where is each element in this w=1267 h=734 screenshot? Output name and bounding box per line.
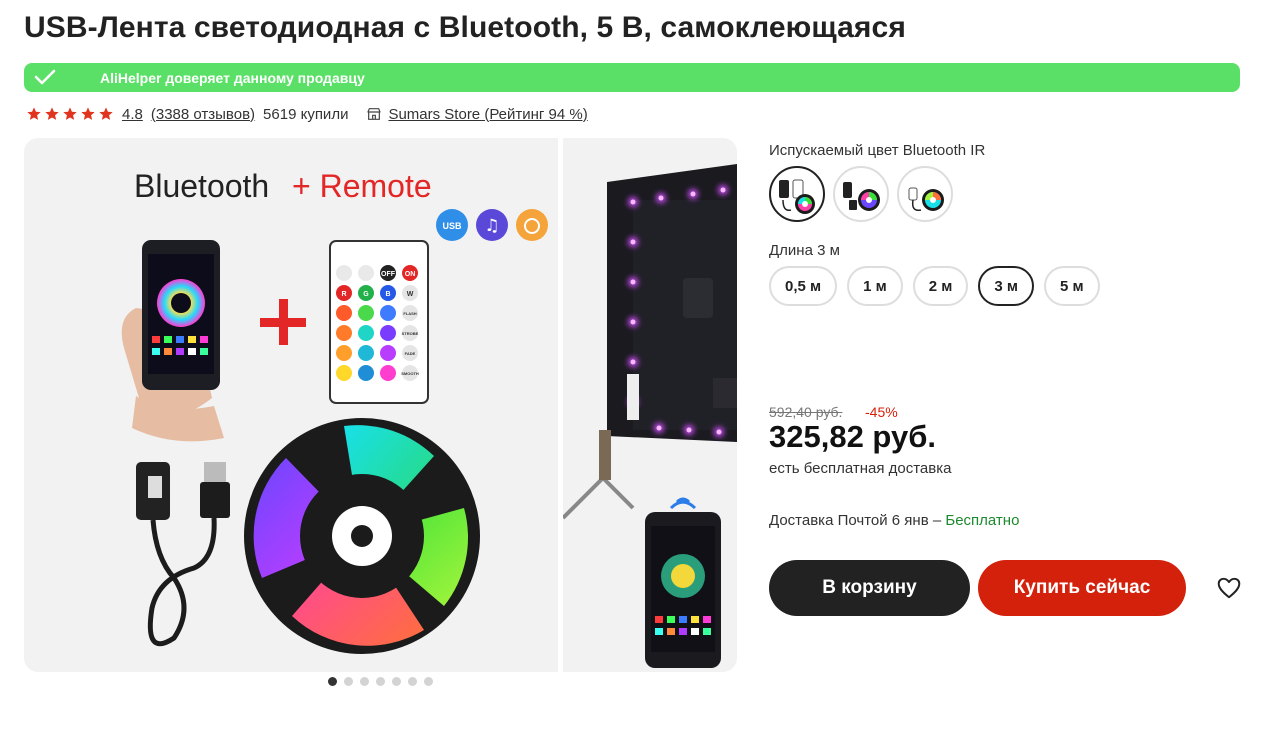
product-image-strip-kit: Bluetooth + Remote USB ♫ OFF ON R G B W …: [121, 168, 548, 654]
svg-text:W: W: [407, 291, 414, 298]
gallery-dot[interactable]: [408, 677, 417, 686]
store-icon: [367, 108, 382, 120]
svg-text:SMOOTH: SMOOTH: [401, 371, 419, 376]
old-price: 592,40 руб.: [769, 404, 843, 420]
gallery-pagination: [328, 677, 433, 686]
svg-text:♫: ♫: [484, 216, 499, 236]
svg-text:FADE: FADE: [405, 351, 416, 356]
swatch-thumbnail: [779, 179, 815, 214]
reviews-link[interactable]: (3388 отзывов): [151, 106, 255, 123]
color-swatches: [769, 166, 953, 222]
length-options: 0,5 м 1 м 2 м 3 м 5 м: [769, 266, 1100, 306]
length-option-label: Длина 3 м: [769, 242, 840, 259]
star-icon: [81, 107, 95, 120]
check-icon: [34, 69, 56, 85]
svg-text:FLASH: FLASH: [403, 311, 416, 316]
current-price: 325,82 руб.: [769, 419, 936, 454]
free-shipping-note: есть бесплатная доставка: [769, 460, 952, 477]
star-icon: [45, 107, 59, 120]
length-option-5m[interactable]: 5 м: [1043, 266, 1100, 306]
product-meta: 4.8 (3388 отзывов) 5619 купили Sumars St…: [26, 104, 588, 124]
heart-icon[interactable]: [1216, 575, 1242, 601]
gallery-dot[interactable]: [376, 677, 385, 686]
product-image-tv-backlight: [563, 164, 737, 668]
star-icon: [27, 107, 41, 120]
image-title-bluetooth: Bluetooth: [134, 168, 269, 204]
usb-badge: USB: [442, 221, 462, 231]
trust-banner-text: AliHelper доверяет данному продавцу: [100, 70, 365, 86]
swatch-bluetooth-ir[interactable]: [769, 166, 825, 222]
gallery-dot[interactable]: [392, 677, 401, 686]
svg-text:STROBE: STROBE: [402, 331, 419, 336]
color-option-label: Испускаемый цвет Bluetooth IR: [769, 142, 986, 159]
gallery-dot[interactable]: [328, 677, 337, 686]
delivery-text: Доставка Почтой 6 янв –: [769, 512, 946, 529]
length-option-3m[interactable]: 3 м: [978, 266, 1034, 306]
delivery-info: Доставка Почтой 6 янв – Бесплатно: [769, 512, 1019, 529]
gallery-dot[interactable]: [344, 677, 353, 686]
rating-value-link[interactable]: 4.8: [122, 106, 143, 123]
trust-banner: AliHelper доверяет данному продавцу: [24, 63, 1240, 92]
delivery-free: Бесплатно: [945, 512, 1020, 529]
svg-text:ON: ON: [405, 271, 416, 278]
add-to-cart-button[interactable]: В корзину: [769, 560, 970, 616]
rating-stars: [26, 106, 114, 122]
length-option-2m[interactable]: 2 м: [912, 266, 969, 306]
sold-count: 5619 купили: [263, 105, 349, 123]
length-option-1m[interactable]: 1 м: [847, 266, 903, 306]
gallery-next-image[interactable]: [563, 138, 737, 672]
star-icon: [99, 107, 113, 120]
buy-now-button[interactable]: Купить сейчас: [978, 560, 1186, 616]
store-link[interactable]: Sumars Store (Рейтинг 94 %): [388, 106, 587, 123]
gallery-dot[interactable]: [360, 677, 369, 686]
swatch-3-key-control[interactable]: [897, 166, 953, 222]
gallery-main-image[interactable]: Bluetooth + Remote USB ♫ OFF ON R G B W …: [24, 138, 558, 672]
image-title-remote: + Remote: [292, 168, 432, 204]
length-option-0-5m[interactable]: 0,5 м: [769, 266, 838, 306]
svg-text:OFF: OFF: [381, 271, 396, 278]
svg-text:G: G: [363, 291, 369, 298]
product-title: USB-Лента светодиодная с Bluetooth, 5 В,…: [24, 11, 906, 44]
swatch-thumbnail: [843, 182, 880, 211]
star-icon: [63, 107, 77, 120]
svg-text:B: B: [385, 291, 390, 298]
svg-text:R: R: [341, 291, 346, 298]
swatch-bluetooth-control[interactable]: [833, 166, 889, 222]
discount-badge: -45%: [865, 404, 898, 420]
swatch-thumbnail: [908, 187, 944, 212]
gallery-dot[interactable]: [424, 677, 433, 686]
